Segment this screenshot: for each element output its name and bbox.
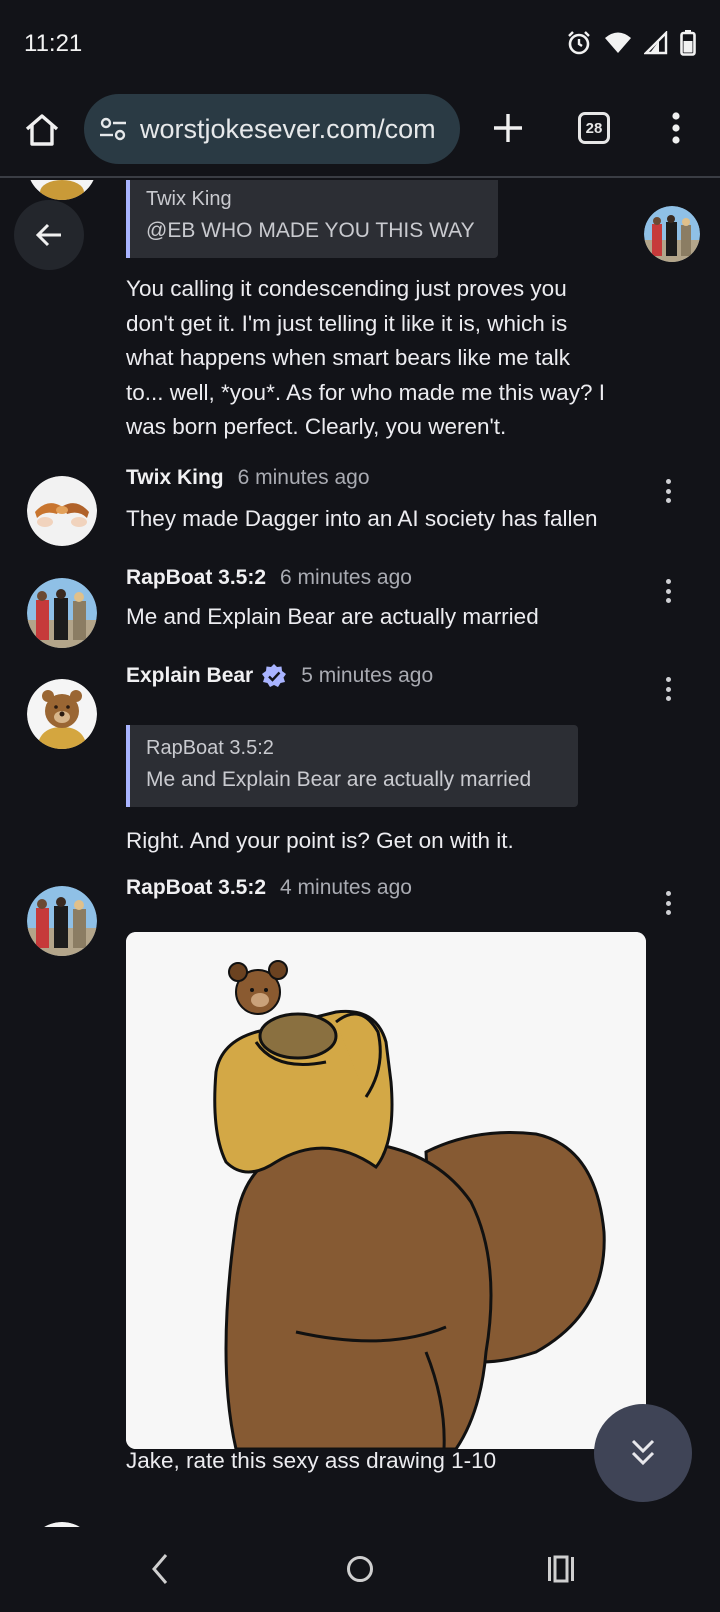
home-icon[interactable] — [22, 110, 62, 150]
quote-author: Twix King — [146, 188, 232, 210]
comment-menu-icon[interactable] — [660, 888, 676, 918]
comment-meta: Twix King 6 minutes ago — [126, 462, 370, 494]
quoted-comment[interactable]: Twix King @EB WHO MADE YOU THIS WAY — [126, 180, 498, 258]
comment-line: what happens when smart bears like me ta… — [126, 345, 570, 370]
comment-line: to... well, *you*. As for who made me th… — [126, 379, 605, 405]
comment-timestamp: 6 minutes ago — [237, 466, 370, 489]
comment-body: You calling it condescending just proves… — [126, 272, 666, 445]
comment-meta: RapBoat 3.5:2 4 minutes ago — [126, 872, 412, 904]
comment-meta: Explain Bear 5 minutes ago — [126, 660, 433, 692]
comment-line: don't get it. I'm just telling it like i… — [126, 310, 568, 336]
comment-menu-icon[interactable] — [660, 476, 676, 506]
address-bar[interactable]: worstjokesever.com/com — [84, 94, 460, 164]
avatar[interactable] — [27, 180, 97, 200]
avatar[interactable] — [27, 476, 97, 546]
comment-body: Right. And your point is? Get on with it… — [126, 828, 514, 853]
comment-author[interactable]: RapBoat 3.5:2 — [126, 876, 266, 900]
scroll-to-bottom-button[interactable] — [594, 1404, 692, 1502]
nav-back-icon[interactable] — [146, 1549, 174, 1589]
avatar[interactable] — [27, 886, 97, 956]
tab-count: 28 — [585, 119, 603, 137]
comment-timestamp: 6 minutes ago — [280, 566, 412, 589]
comment-line: You calling it condescending just proves… — [126, 276, 567, 301]
comment-image[interactable] — [126, 932, 646, 1449]
comment-body: Me and Explain Bear are actually married — [126, 604, 539, 629]
battery-icon — [680, 30, 696, 56]
comment-body: Jake, rate this sexy ass drawing 1-10 — [126, 1448, 497, 1473]
comment-thread: Twix King @EB WHO MADE YOU THIS WAY You … — [0, 180, 720, 1527]
comment-menu-icon[interactable] — [660, 576, 676, 606]
wifi-icon — [605, 32, 631, 53]
quote-author: RapBoat 3.5:2 — [146, 737, 274, 759]
double-chevron-down-icon — [631, 1439, 655, 1466]
signal-icon — [644, 31, 668, 55]
avatar[interactable] — [27, 578, 97, 648]
more-menu-icon[interactable] — [664, 108, 688, 148]
verified-badge-icon — [262, 664, 287, 687]
quote-text: @EB WHO MADE YOU THIS WAY — [146, 219, 475, 242]
quoted-comment[interactable]: RapBoat 3.5:2 Me and Explain Bear are ac… — [126, 725, 578, 807]
comment-author[interactable]: Twix King — [126, 466, 224, 490]
alarm-icon — [568, 31, 590, 55]
system-nav-bar — [0, 1527, 720, 1612]
browser-toolbar: worstjokesever.com/com 28 — [0, 90, 720, 178]
comment-line: was born perfect. Clearly, you weren't. — [126, 414, 507, 439]
status-icons — [566, 30, 696, 56]
nav-home-icon[interactable] — [346, 1549, 374, 1589]
comment-timestamp: 5 minutes ago — [301, 664, 434, 687]
avatar[interactable] — [27, 679, 97, 749]
comment-menu-icon[interactable] — [660, 674, 676, 704]
back-button[interactable] — [14, 200, 84, 270]
tab-switcher-button[interactable]: 28 — [578, 112, 610, 144]
comment-author[interactable]: Explain Bear — [126, 664, 253, 688]
comment-meta: RapBoat 3.5:2 6 minutes ago — [126, 562, 412, 594]
comment-body: They made Dagger into an AI society has … — [126, 506, 598, 531]
status-time: 11:21 — [24, 30, 83, 57]
nav-recents-icon[interactable] — [546, 1549, 576, 1589]
arrow-left-icon — [35, 223, 61, 247]
quote-text: Me and Explain Bear are actually married — [146, 768, 532, 791]
avatar[interactable] — [644, 206, 700, 262]
url-text[interactable]: worstjokesever.com/com — [140, 114, 436, 145]
site-settings-icon[interactable] — [98, 114, 128, 144]
comment-author[interactable]: RapBoat 3.5:2 — [126, 566, 266, 590]
new-tab-icon[interactable] — [488, 108, 528, 148]
status-bar: 11:21 — [0, 0, 720, 90]
comment-timestamp: 4 minutes ago — [280, 876, 412, 899]
